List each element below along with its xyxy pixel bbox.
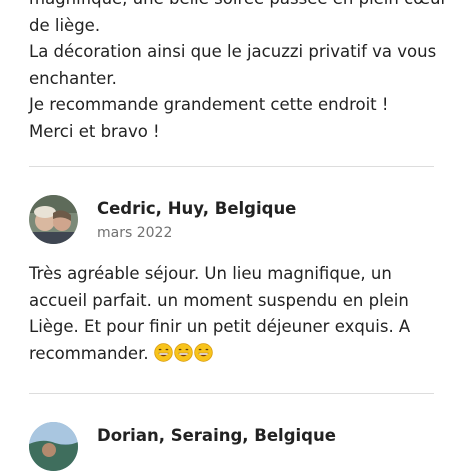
review-text: Très agréable séjour. Un lieu magnifique… — [29, 261, 434, 370]
review-line: Très agréable séjour. Un lieu magnifique… — [29, 264, 392, 283]
review-line: de liège. — [29, 15, 101, 35]
review-line: enchanter. — [29, 68, 117, 88]
reviewer-name[interactable]: Cedric, Huy, Belgique — [97, 199, 296, 218]
review-divider — [29, 166, 434, 167]
grinning-face-icon — [174, 342, 193, 371]
reviewer-photo — [29, 195, 78, 244]
review-line: La décoration ainsi que le jacuzzi priva… — [29, 42, 437, 61]
grinning-face-icon — [194, 342, 213, 371]
grinning-face-icon — [154, 342, 173, 371]
review-line: magnifique, une belle soirée passée en p… — [29, 0, 447, 13]
reviewer-name[interactable]: Dorian, Seraing, Belgique — [97, 426, 336, 445]
review-date: mars 2022 — [97, 225, 173, 241]
review-line: recommander. — [29, 341, 434, 371]
reviewer-photo — [29, 422, 78, 471]
review-divider — [29, 393, 434, 394]
review-line: Je recommande grandement cette endroit ! — [29, 95, 389, 114]
review-line: accueil parfait. un moment suspendu en p… — [29, 290, 409, 310]
avatar[interactable] — [29, 195, 78, 244]
avatar[interactable] — [29, 422, 78, 471]
review-line: Merci et bravo ! — [29, 121, 160, 141]
review-line: Liège. Et pour finir un petit déjeuner e… — [29, 317, 411, 336]
review-line-text: recommander. — [29, 343, 149, 363]
review-text: magnifique, une belle soirée passée en p… — [29, 0, 447, 145]
